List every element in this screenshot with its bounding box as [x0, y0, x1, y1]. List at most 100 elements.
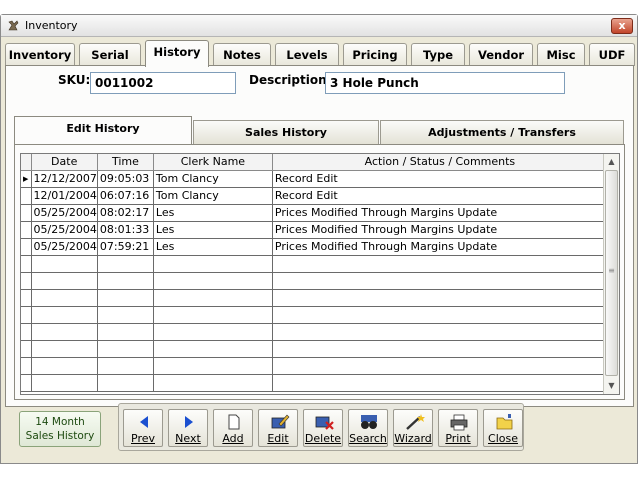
edit-history-panel: Date Time Clerk Name Action / Status / C…: [14, 144, 625, 400]
close-button[interactable]: Close: [483, 409, 523, 447]
row-indicator: [21, 238, 32, 256]
cell-date[interactable]: 05/25/2004: [31, 238, 98, 256]
cell-action[interactable]: Record Edit: [272, 187, 608, 205]
add-button[interactable]: Add: [213, 409, 253, 447]
history-table: Date Time Clerk Name Action / Status / C…: [21, 154, 608, 392]
cell-action[interactable]: Prices Modified Through Margins Update: [272, 238, 608, 256]
next-button[interactable]: Next: [168, 409, 208, 447]
close-label: Close: [488, 432, 518, 445]
month-sales-history-button[interactable]: 14 Month Sales History: [19, 411, 101, 447]
table-row[interactable]: 05/25/2004 07:59:21 Les Prices Modified …: [21, 238, 608, 256]
prev-button[interactable]: Prev: [123, 409, 163, 447]
cell-date[interactable]: 05/25/2004: [31, 204, 98, 222]
cell-time[interactable]: 08:01:33: [97, 221, 154, 239]
binoculars-icon: [361, 415, 377, 429]
delete-button[interactable]: Delete: [303, 409, 343, 447]
cell-clerk[interactable]: Les: [153, 221, 273, 239]
column-header-time[interactable]: Time: [97, 154, 154, 171]
empty-row[interactable]: [21, 272, 608, 290]
inventory-window: Inventory x Inventory Serial History Not…: [0, 14, 638, 464]
cell-action[interactable]: Prices Modified Through Margins Update: [272, 204, 608, 222]
tab-vendor[interactable]: Vendor: [469, 43, 533, 66]
tab-serial[interactable]: Serial: [79, 43, 141, 66]
empty-row[interactable]: [21, 357, 608, 375]
cell-date[interactable]: 12/01/2004: [31, 187, 98, 205]
table-row[interactable]: 05/25/2004 08:02:17 Les Prices Modified …: [21, 204, 608, 222]
column-header-date[interactable]: Date: [31, 154, 98, 171]
empty-row[interactable]: [21, 340, 608, 358]
table-row[interactable]: 05/25/2004 08:01:33 Les Prices Modified …: [21, 221, 608, 239]
right-arrow-icon: [185, 416, 193, 428]
history-panel: SKU: 0011002 Description: 3 Hole Punch E…: [5, 65, 634, 407]
column-header-clerk[interactable]: Clerk Name: [153, 154, 273, 171]
tab-notes[interactable]: Notes: [213, 43, 271, 66]
month-button-line2: Sales History: [25, 430, 95, 442]
cell-time[interactable]: 09:05:03: [97, 170, 154, 188]
tab-inventory[interactable]: Inventory: [5, 43, 75, 66]
cell-action[interactable]: Record Edit: [272, 170, 608, 188]
tab-pricing[interactable]: Pricing: [343, 43, 407, 66]
printer-icon: [450, 414, 468, 431]
left-arrow-icon: [140, 416, 148, 428]
print-button[interactable]: Print: [438, 409, 478, 447]
description-field[interactable]: 3 Hole Punch: [325, 72, 565, 94]
add-label: Add: [222, 432, 244, 445]
subtab-sales-history[interactable]: Sales History: [193, 120, 379, 144]
tab-levels[interactable]: Levels: [275, 43, 339, 66]
description-label: Description:: [249, 73, 332, 87]
document-icon: [228, 414, 240, 430]
grid-vertical-scrollbar[interactable]: ▲ ≡ ▼: [603, 154, 619, 394]
cell-clerk[interactable]: Tom Clancy: [153, 170, 273, 188]
title-bar[interactable]: Inventory x: [1, 15, 637, 37]
empty-row[interactable]: [21, 374, 608, 392]
table-row[interactable]: ▶ 12/12/2007 09:05:03 Tom Clancy Record …: [21, 170, 608, 188]
window-title: Inventory: [25, 19, 78, 32]
print-label: Print: [445, 432, 471, 445]
row-indicator: [21, 187, 32, 205]
cell-date[interactable]: 05/25/2004: [31, 221, 98, 239]
subtab-edit-history[interactable]: Edit History: [14, 116, 192, 144]
scroll-thumb[interactable]: ≡: [605, 170, 618, 376]
tab-type[interactable]: Type: [411, 43, 465, 66]
column-header-action[interactable]: Action / Status / Comments: [272, 154, 608, 171]
table-row[interactable]: 12/01/2004 06:07:16 Tom Clancy Record Ed…: [21, 187, 608, 205]
cell-date[interactable]: 12/12/2007: [31, 170, 98, 188]
delete-label: Delete: [304, 432, 342, 445]
cell-clerk[interactable]: Les: [153, 204, 273, 222]
cell-clerk[interactable]: Les: [153, 238, 273, 256]
window-close-button[interactable]: x: [611, 18, 633, 34]
edit-button[interactable]: Edit: [258, 409, 298, 447]
empty-row[interactable]: [21, 306, 608, 324]
empty-row[interactable]: [21, 289, 608, 307]
month-button-line1: 14 Month: [35, 416, 85, 428]
folder-icon: [496, 414, 513, 430]
scroll-down-icon[interactable]: ▼: [604, 378, 619, 393]
tab-history[interactable]: History: [145, 40, 209, 67]
navigation-toolbar: Prev Next Add Edit Delete Search Wizard: [118, 403, 524, 451]
wizard-label: Wizard: [394, 432, 432, 445]
sku-field[interactable]: 0011002: [90, 72, 236, 94]
edit-history-grid[interactable]: Date Time Clerk Name Action / Status / C…: [20, 153, 620, 395]
edit-label: Edit: [267, 432, 289, 445]
tab-misc[interactable]: Misc: [537, 43, 585, 66]
subtab-adjustments-transfers[interactable]: Adjustments / Transfers: [380, 120, 624, 144]
empty-row[interactable]: [21, 323, 608, 341]
scroll-up-icon[interactable]: ▲: [604, 154, 619, 169]
header-row: Date Time Clerk Name Action / Status / C…: [21, 154, 608, 171]
wizard-button[interactable]: Wizard: [393, 409, 433, 447]
wand-icon: [406, 414, 425, 430]
tab-udf[interactable]: UDF: [589, 43, 635, 66]
cell-time[interactable]: 06:07:16: [97, 187, 154, 205]
edit-icon: [271, 414, 290, 429]
main-tabs: Inventory Serial History Notes Levels Pr…: [3, 40, 637, 67]
next-label: Next: [175, 432, 201, 445]
current-row-indicator-icon: ▶: [21, 170, 32, 188]
search-button[interactable]: Search: [348, 409, 388, 447]
row-indicator: [21, 221, 32, 239]
empty-row[interactable]: [21, 255, 608, 273]
cell-action[interactable]: Prices Modified Through Margins Update: [272, 221, 608, 239]
cell-time[interactable]: 07:59:21: [97, 238, 154, 256]
cell-time[interactable]: 08:02:17: [97, 204, 154, 222]
cell-clerk[interactable]: Tom Clancy: [153, 187, 273, 205]
row-indicator: [21, 204, 32, 222]
